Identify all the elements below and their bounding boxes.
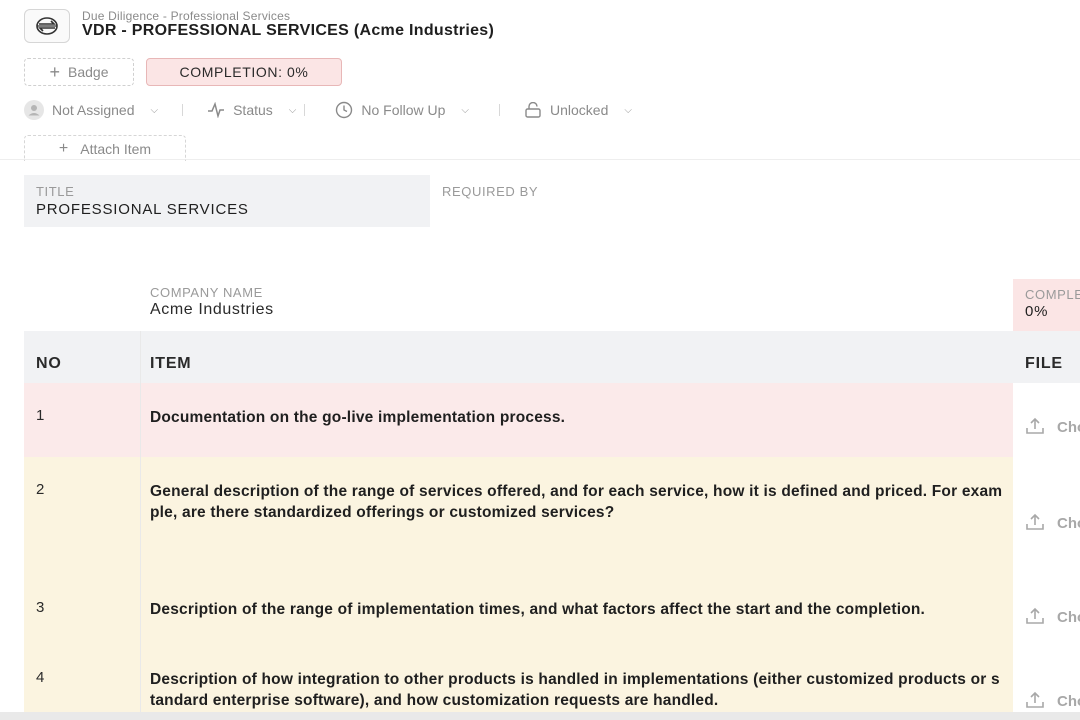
required-by-label: REQUIRED BY xyxy=(442,184,539,199)
table-header: NO ITEM FILE xyxy=(24,331,1080,383)
column-header-item[interactable]: ITEM xyxy=(150,355,191,373)
title-field-label: TITLE xyxy=(36,184,75,199)
row-item-text: Description of the range of implementati… xyxy=(150,601,926,618)
completion-cell: COMPLETION 0% xyxy=(1013,279,1080,331)
upload-icon xyxy=(1025,513,1045,535)
assignee-dropdown[interactable]: Not Assigned ⌵ xyxy=(24,100,158,120)
upload-file-button[interactable]: Choose xyxy=(1013,417,1080,439)
app-logo[interactable] xyxy=(24,9,70,43)
title-field[interactable]: TITLE PROFESSIONAL SERVICES xyxy=(24,175,430,227)
upload-file-label: Choose xyxy=(1057,692,1080,710)
upload-icon xyxy=(1025,691,1045,713)
status-dropdown[interactable]: Status ⌵ xyxy=(207,102,296,118)
completion-cell-label: COMPLETION xyxy=(1025,287,1080,302)
upload-file-button[interactable]: Choose xyxy=(1013,607,1080,629)
row-item-text: Description of how integration to other … xyxy=(150,671,1000,709)
attach-item-button[interactable]: + Attach Item xyxy=(24,135,186,161)
upload-file-label: Choose xyxy=(1057,418,1080,436)
row-item-text: Documentation on the go-live implementat… xyxy=(150,409,566,426)
chevron-down-icon: ⌵ xyxy=(461,104,470,116)
scroll-shadow xyxy=(0,712,1080,720)
table-row[interactable]: 3 Description of the range of implementat… xyxy=(24,587,1013,657)
company-name-label: COMPANY NAME xyxy=(150,285,263,300)
row-number: 2 xyxy=(36,481,45,498)
row-number: 4 xyxy=(36,669,45,686)
status-label: Status xyxy=(233,102,273,118)
plus-icon: + xyxy=(49,62,61,82)
completion-cell-value: 0% xyxy=(1025,303,1049,320)
activity-icon xyxy=(208,102,225,118)
page-header: Due Diligence - Professional Services VD… xyxy=(0,0,1080,161)
table-row[interactable]: 1 Documentation on the go-live implementa… xyxy=(24,383,1013,457)
company-name-value: Acme Industries xyxy=(150,301,274,318)
divider xyxy=(499,104,501,116)
unlock-icon xyxy=(525,102,541,118)
column-divider xyxy=(140,331,141,720)
upload-file-button[interactable]: Choose xyxy=(1013,513,1080,535)
chevron-down-icon: ⌵ xyxy=(624,104,632,116)
attach-item-label: Attach Item xyxy=(80,140,152,157)
row-number: 1 xyxy=(36,407,45,424)
upload-file-label: Choose xyxy=(1057,608,1080,626)
row-item-text: General description of the range of serv… xyxy=(150,483,1003,521)
lock-dropdown[interactable]: Unlocked ⌵ xyxy=(524,102,632,118)
table-row[interactable]: 2 General description of the range of ser… xyxy=(24,457,1013,587)
add-badge-label: Badge xyxy=(68,64,109,80)
follow-up-dropdown[interactable]: No Follow Up ⌵ xyxy=(335,101,469,119)
upload-file-button[interactable]: Choose xyxy=(1013,691,1080,713)
divider xyxy=(304,104,306,116)
title-field-value: PROFESSIONAL SERVICES xyxy=(36,201,249,218)
column-header-file[interactable]: FILE xyxy=(1025,355,1063,373)
user-avatar-icon xyxy=(24,100,44,120)
company-name-field: COMPANY NAME Acme Industries xyxy=(150,285,274,319)
upload-icon xyxy=(1025,417,1045,439)
lock-label: Unlocked xyxy=(550,102,609,118)
required-by-field[interactable]: REQUIRED BY xyxy=(442,175,842,227)
follow-up-label: No Follow Up xyxy=(361,102,446,118)
chevron-down-icon: ⌵ xyxy=(150,104,159,116)
column-header-no[interactable]: NO xyxy=(36,355,62,373)
divider xyxy=(182,104,184,116)
page-title: VDR - PROFESSIONAL SERVICES (Acme Indust… xyxy=(82,22,495,39)
plus-icon: + xyxy=(58,139,69,157)
clock-icon xyxy=(336,101,353,119)
add-badge-button[interactable]: + Badge xyxy=(24,58,134,86)
filter-bar: Not Assigned ⌵ Status ⌵ No Follow Up ⌵ U… xyxy=(24,98,632,122)
swap-logo-icon xyxy=(36,17,58,35)
row-number: 3 xyxy=(36,599,45,616)
breadcrumb[interactable]: Due Diligence - Professional Services xyxy=(82,9,290,23)
upload-file-label: Choose xyxy=(1057,514,1080,532)
table-row[interactable]: 4 Description of how integration to other… xyxy=(24,657,1013,720)
upload-icon xyxy=(1025,607,1045,629)
chevron-down-icon: ⌵ xyxy=(288,104,297,116)
completion-badge: COMPLETION: 0% xyxy=(146,58,342,86)
assignee-label: Not Assigned xyxy=(52,102,135,118)
